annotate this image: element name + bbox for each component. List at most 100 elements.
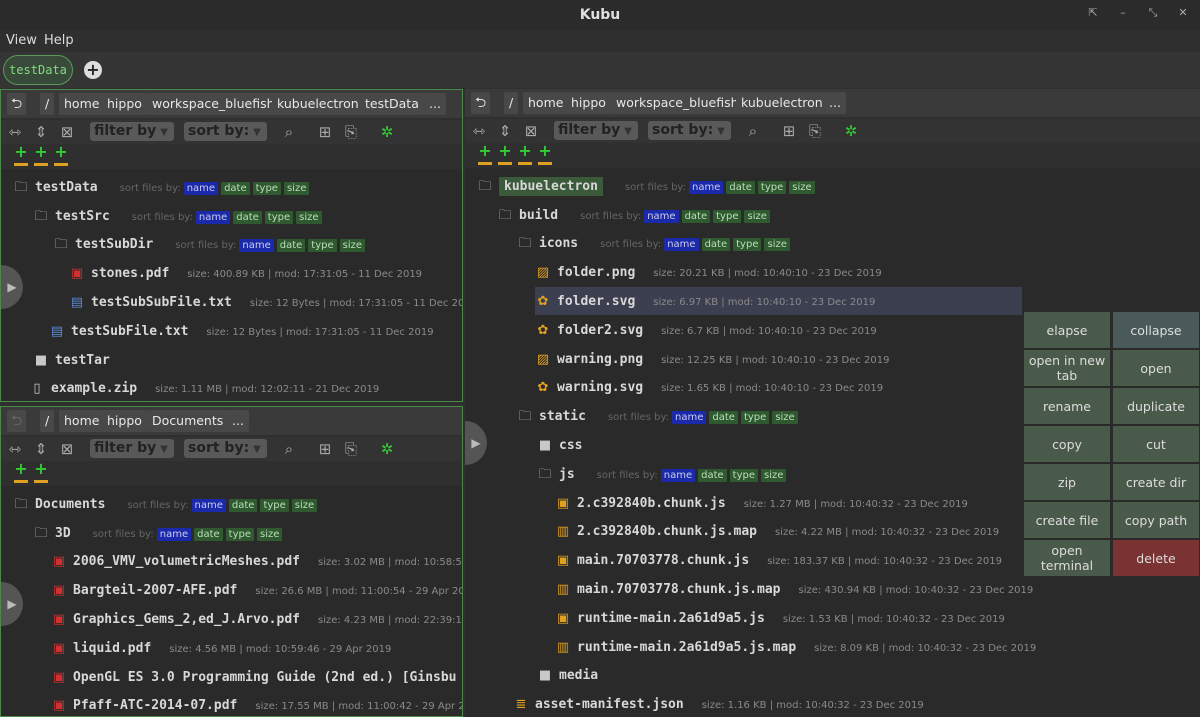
list-item[interactable]: ▯ example.zip size: 1.11 MB | mod: 12:02:1…: [29, 374, 379, 401]
rename-button[interactable]: rename: [1024, 388, 1110, 424]
new-folder-icon[interactable]: ⊞: [314, 121, 336, 143]
plus-icon[interactable]: +: [478, 143, 492, 165]
delete-button[interactable]: delete: [1113, 540, 1199, 576]
close-all-icon[interactable]: ⊠: [56, 121, 78, 143]
back-icon[interactable]: ⮌: [471, 92, 491, 114]
new-file-icon[interactable]: ⎘: [340, 121, 362, 143]
bug-icon[interactable]: ✲: [376, 121, 398, 143]
back-icon[interactable]: ⮌: [7, 93, 27, 115]
sort-select[interactable]: sort by: ▼: [184, 122, 267, 141]
crumb-home[interactable]: home: [59, 410, 105, 432]
crumb-hippo[interactable]: hippo: [566, 92, 611, 114]
bug-icon[interactable]: ✲: [840, 120, 862, 142]
list-item[interactable]: ▥ main.70703778.chunk.js.map size: 430.94 …: [555, 575, 1033, 603]
list-item[interactable]: ▣ Graphics_Gems_2,ed_J.Arvo.pdf size: 4.23…: [51, 605, 462, 633]
crumb-more[interactable]: ...: [227, 410, 249, 432]
bug-icon[interactable]: ✲: [376, 438, 398, 460]
list-item[interactable]: 🗀 js sort files by: name date type size: [537, 460, 787, 488]
open-terminal-button[interactable]: open terminal: [1024, 540, 1110, 576]
list-item[interactable]: ✿ warning.svg size: 1.65 KB | mod: 10:40:1…: [535, 373, 884, 401]
list-item[interactable]: ▨ warning.png size: 12.25 KB | mod: 10:40:…: [535, 345, 890, 373]
crumb-home[interactable]: home: [523, 92, 569, 114]
sort-select[interactable]: sort by: ▼: [648, 121, 731, 140]
minimize-icon[interactable]: –: [1115, 6, 1131, 19]
copy-button[interactable]: copy: [1024, 426, 1110, 462]
list-item[interactable]: ▣ Pfaff-ATC-2014-07.pdf size: 17.55 MB | m…: [51, 691, 462, 716]
collapse-all-icon[interactable]: ⇿: [4, 438, 26, 460]
crumb-home[interactable]: home: [59, 93, 105, 115]
search-icon[interactable]: ⌕: [278, 438, 300, 460]
crumb-hippo[interactable]: hippo: [102, 410, 147, 432]
new-file-icon[interactable]: ⎘: [340, 438, 362, 460]
list-item[interactable]: ▣ Bargteil-2007-AFE.pdf size: 26.6 MB | mo…: [51, 576, 462, 604]
new-file-icon[interactable]: ⎘: [804, 120, 826, 142]
maximize-icon[interactable]: ⤡: [1145, 6, 1161, 20]
plus-icon[interactable]: +: [518, 143, 532, 165]
cut-button[interactable]: cut: [1113, 426, 1199, 462]
list-item[interactable]: ▤ testSubSubFile.txt size: 12 Bytes | mod:…: [69, 288, 462, 316]
list-item[interactable]: 🗀 build sort files by: name date type size: [497, 201, 770, 229]
list-item[interactable]: 🗀 3D sort files by: name date type size: [33, 519, 283, 547]
crumb-more[interactable]: ...: [424, 93, 446, 115]
crumb-testdata[interactable]: testData: [360, 93, 424, 115]
collapse-all-icon[interactable]: ⇿: [468, 120, 490, 142]
collapse-all-icon[interactable]: ⇿: [4, 121, 26, 143]
search-icon[interactable]: ⌕: [742, 120, 764, 142]
menu-help[interactable]: Help: [44, 33, 74, 48]
elapse-button[interactable]: elapse: [1024, 312, 1110, 348]
expand-all-icon[interactable]: ⇕: [494, 120, 516, 142]
close-all-icon[interactable]: ⊠: [56, 438, 78, 460]
restore-icon[interactable]: ⇱: [1085, 6, 1101, 19]
collapse-button[interactable]: collapse: [1113, 312, 1199, 348]
crumb-workspace[interactable]: workspace_bluefish: [147, 93, 280, 115]
new-folder-icon[interactable]: ⊞: [314, 438, 336, 460]
close-all-icon[interactable]: ⊠: [520, 120, 542, 142]
filter-select[interactable]: filter by ▼: [90, 122, 174, 141]
search-icon[interactable]: ⌕: [278, 121, 300, 143]
list-item[interactable]: ▨ folder.png size: 20.21 KB | mod: 10:40:1…: [535, 258, 882, 286]
crumb-kubuelectron[interactable]: kubuelectron: [272, 93, 364, 115]
crumb-root[interactable]: /: [40, 410, 55, 432]
plus-icon[interactable]: +: [14, 144, 28, 166]
plus-icon[interactable]: +: [14, 461, 28, 483]
list-item[interactable]: 🗀 Documents sort files by: name date type size: [13, 490, 318, 518]
plus-icon[interactable]: +: [34, 461, 48, 483]
zip-button[interactable]: zip: [1024, 464, 1110, 500]
filter-select[interactable]: filter by ▼: [554, 121, 638, 140]
back-icon[interactable]: ⮌: [7, 410, 27, 432]
list-item[interactable]: ■ media: [537, 661, 598, 689]
list-item[interactable]: 🗀 testSrc sort files by: name date type size: [33, 202, 322, 230]
close-icon[interactable]: ✕: [1175, 6, 1191, 19]
new-folder-icon[interactable]: ⊞: [778, 120, 800, 142]
crumb-kubuelectron[interactable]: kubuelectron: [736, 92, 828, 114]
list-item-selected[interactable]: ✿ folder.svg size: 6.97 KB | mod: 10:40:10…: [535, 287, 1022, 315]
crumb-root[interactable]: /: [40, 93, 55, 115]
crumb-workspace[interactable]: workspace_bluefish: [611, 92, 744, 114]
list-item[interactable]: ■ css: [537, 431, 583, 459]
list-item[interactable]: ▥ runtime-main.2a61d9a5.js.map size: 8.09 …: [555, 633, 1036, 661]
list-item[interactable]: 🗀 icons sort files by: name date type size: [517, 229, 790, 257]
open-button[interactable]: open: [1113, 350, 1199, 386]
list-item[interactable]: 🗀 testData sort files by: name date type size: [13, 173, 310, 201]
plus-icon[interactable]: +: [54, 144, 68, 166]
list-item[interactable]: 🗀 testSubDir sort files by: name date type siz…: [53, 230, 366, 258]
list-item[interactable]: ▣ 2006_VMV_volumetricMeshes.pdf size: 3.02…: [51, 547, 462, 575]
plus-icon[interactable]: +: [538, 143, 552, 165]
list-item[interactable]: ✿ folder2.svg size: 6.7 KB | mod: 10:40:10…: [535, 316, 877, 344]
create-dir-button[interactable]: create dir: [1113, 464, 1199, 500]
list-item[interactable]: ▣ stones.pdf size: 400.89 KB | mod: 17:31:…: [69, 259, 422, 287]
add-tab-icon[interactable]: +: [84, 61, 102, 79]
list-item[interactable]: ▣ OpenGL ES 3.0 Programming Guide (2nd ed…: [51, 663, 457, 691]
crumb-hippo[interactable]: hippo: [102, 93, 147, 115]
sort-select[interactable]: sort by: ▼: [184, 439, 267, 458]
plus-icon[interactable]: +: [498, 143, 512, 165]
list-item[interactable]: ▣ runtime-main.2a61d9a5.js size: 1.53 KB |…: [555, 604, 1005, 632]
filter-select[interactable]: filter by ▼: [90, 439, 174, 458]
list-item[interactable]: ■ testTar: [33, 346, 110, 374]
tab-testdata[interactable]: testData: [3, 55, 73, 85]
list-item[interactable]: ≣ asset-manifest.json size: 1.16 KB | mod:…: [513, 690, 924, 717]
menu-view[interactable]: View: [6, 33, 37, 48]
crumb-more[interactable]: ...: [824, 92, 846, 114]
duplicate-button[interactable]: duplicate: [1113, 388, 1199, 424]
list-item[interactable]: 🗀 kubuelectron sort files by: name date type s…: [477, 172, 815, 200]
